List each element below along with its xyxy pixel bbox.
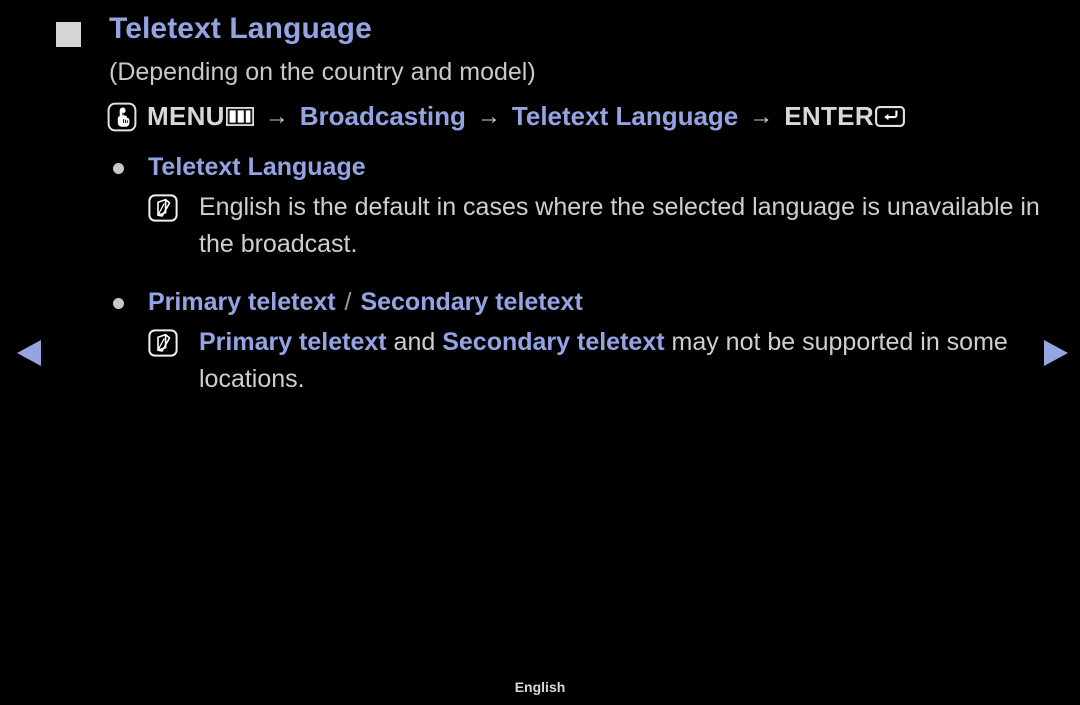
- next-page-button[interactable]: [1038, 336, 1072, 370]
- note-emphasis-primary: Primary teletext: [199, 328, 387, 356]
- arrow-right-triangle-icon: [1044, 340, 1068, 366]
- path-arrow-3: →: [749, 102, 774, 130]
- note-row: Primary teletext and Secondary teletext …: [0, 324, 1080, 398]
- footer-language-label: English: [514, 679, 566, 695]
- label-part-secondary: Secondary teletext: [360, 288, 583, 316]
- section-label-teletext-language: Teletext Language: [148, 153, 366, 181]
- path-step-teletext-language[interactable]: Teletext Language: [512, 101, 738, 132]
- content-area: Teletext Language English is the default…: [0, 150, 1080, 398]
- list-item: Teletext Language: [0, 150, 1080, 184]
- note-text-1: English is the default in cases where th…: [199, 193, 1040, 258]
- menu-label: MENU: [147, 101, 225, 131]
- section-label-primary-secondary-teletext: Primary teletext / Secondary teletext: [148, 285, 583, 319]
- menu-hand-press-icon: [107, 102, 147, 132]
- page-title: Teletext Language: [109, 12, 372, 45]
- previous-page-button[interactable]: [13, 336, 47, 370]
- bullet-dot-icon: [113, 163, 124, 174]
- page-subtitle: (Depending on the country and model): [109, 58, 536, 86]
- label-part-primary: Primary teletext: [148, 288, 336, 316]
- note-emphasis-secondary: Secondary teletext: [442, 328, 665, 356]
- note-row: English is the default in cases where th…: [0, 189, 1080, 263]
- path-step-broadcasting[interactable]: Broadcasting: [300, 101, 466, 132]
- bullet-dot-icon: [113, 298, 124, 309]
- path-arrow-1: →: [264, 102, 289, 130]
- filled-square-icon: [56, 22, 81, 47]
- page-title-row: Teletext Language: [56, 14, 372, 47]
- enter-label: ENTER: [784, 101, 874, 131]
- note-text-2: Primary teletext and Secondary teletext …: [199, 328, 1008, 393]
- label-separator: /: [337, 288, 359, 316]
- arrow-left-triangle-icon: [17, 340, 41, 366]
- list-item: Primary teletext / Secondary teletext: [0, 285, 1080, 319]
- menu-path-breadcrumb: MENU → Broadcasting → Teletext Language …: [107, 101, 905, 132]
- enter-return-key-icon: [874, 106, 905, 127]
- menu-bars-icon: [225, 107, 254, 126]
- tv-help-page: Teletext Language (Depending on the coun…: [0, 0, 1080, 705]
- path-arrow-2: →: [476, 102, 501, 130]
- note-plain-and: and: [386, 328, 443, 356]
